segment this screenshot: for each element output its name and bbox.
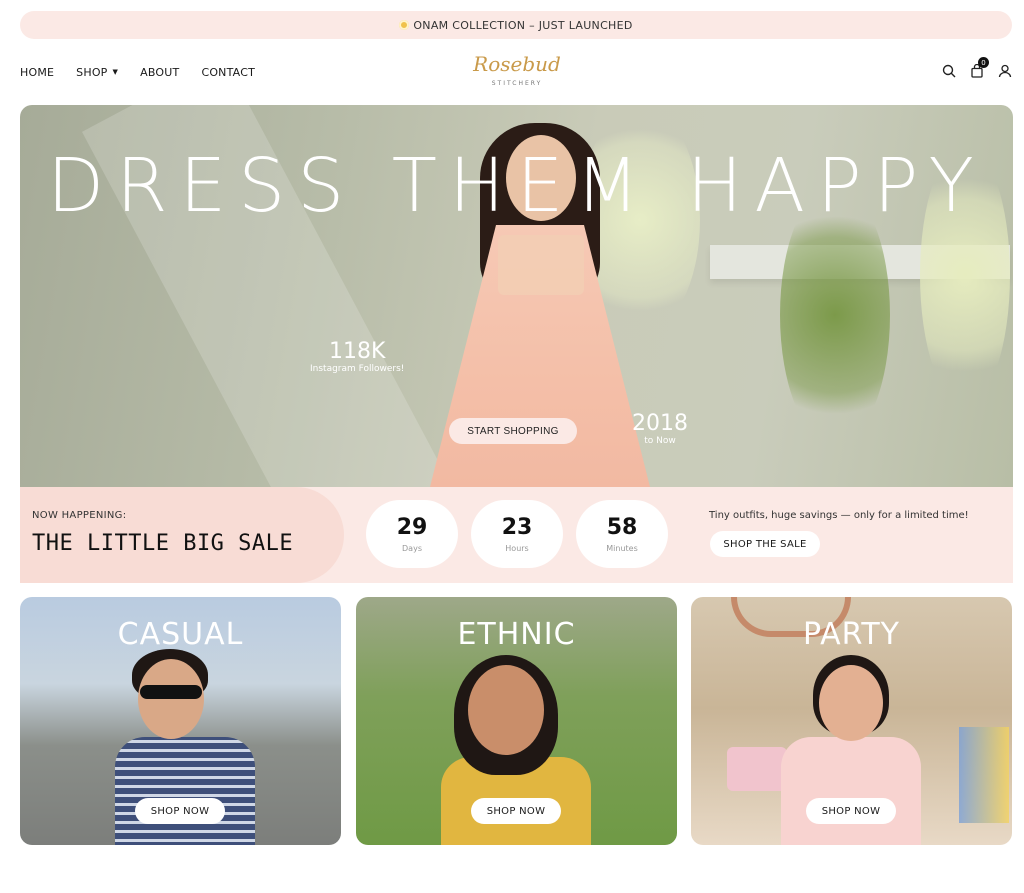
nav-about[interactable]: ABOUT <box>140 66 179 79</box>
hero-title: DRESS THEM HAPPY <box>47 143 986 229</box>
category-title-party: PARTY <box>802 617 900 652</box>
category-card-party[interactable]: PARTY SHOP NOW <box>691 597 1012 845</box>
user-icon[interactable] <box>998 63 1012 78</box>
stat-followers: 118K Instagram Followers! <box>310 339 404 374</box>
stat-since-label: to Now <box>644 436 676 446</box>
countdown-hours-unit: Hours <box>505 544 529 553</box>
party-model-dress <box>781 737 921 845</box>
category-title-casual: CASUAL <box>117 617 244 652</box>
main-nav: HOME SHOP ▼ ABOUT CONTACT <box>20 66 255 79</box>
casual-model-shirt <box>115 737 255 845</box>
hero-banner: DRESS THEM HAPPY 118K Instagram Follower… <box>20 105 1013 487</box>
party-model-face <box>819 665 883 741</box>
countdown-minutes: 58 Minutes <box>576 500 668 568</box>
stat-since: 2018 to Now <box>632 411 688 446</box>
logo-tagline: STITCHERY <box>491 80 543 87</box>
hero-model-embroidery <box>498 235 584 295</box>
category-card-casual[interactable]: CASUAL SHOP NOW <box>20 597 341 845</box>
party-cake <box>727 747 787 791</box>
ethnic-model-face <box>468 665 544 755</box>
nav-shop-label: SHOP <box>76 66 108 79</box>
shop-the-sale-button[interactable]: SHOP THE SALE <box>710 531 820 557</box>
countdown-hours: 23 Hours <box>471 500 563 568</box>
category-card-ethnic[interactable]: ETHNIC SHOP NOW <box>356 597 677 845</box>
bag-icon[interactable]: 0 <box>970 57 989 78</box>
countdown-minutes-value: 58 <box>606 515 638 540</box>
casual-model-face <box>138 659 204 739</box>
countdown-hours-value: 23 <box>501 515 533 540</box>
stat-since-value: 2018 <box>632 411 688 436</box>
shop-now-ethnic-button[interactable]: SHOP NOW <box>471 798 561 824</box>
header-icons: 0 <box>942 57 1012 78</box>
sale-kicker: NOW HAPPENING: <box>32 510 127 521</box>
announcement-bar: ONAM COLLECTION – JUST LAUNCHED <box>20 11 1012 39</box>
search-icon[interactable] <box>942 63 956 78</box>
flower-icon <box>399 20 410 30</box>
nav-contact[interactable]: CONTACT <box>201 66 255 79</box>
cart-count-badge: 0 <box>978 57 989 68</box>
logo[interactable]: Rosebud STITCHERY <box>472 52 562 96</box>
countdown-days-unit: Days <box>402 544 422 553</box>
countdown-minutes-unit: Minutes <box>606 544 638 553</box>
shop-now-casual-button[interactable]: SHOP NOW <box>135 798 225 824</box>
shop-now-party-button[interactable]: SHOP NOW <box>806 798 896 824</box>
announcement-text: ONAM COLLECTION – JUST LAUNCHED <box>413 18 633 32</box>
sunglasses-icon <box>140 685 202 699</box>
caret-down-icon: ▼ <box>112 68 119 76</box>
countdown-days: 29 Days <box>366 500 458 568</box>
stat-followers-label: Instagram Followers! <box>310 364 405 374</box>
logo-wordmark: Rosebud <box>473 52 561 76</box>
sale-message: Tiny outfits, huge savings — only for a … <box>709 510 969 521</box>
stat-followers-value: 118K <box>329 339 386 364</box>
countdown-days-value: 29 <box>396 515 428 540</box>
sale-title: THE LITTLE BIG SALE <box>32 531 294 556</box>
nav-home[interactable]: HOME <box>20 66 54 79</box>
category-title-ethnic: ETHNIC <box>457 617 576 652</box>
nav-shop[interactable]: SHOP ▼ <box>76 66 118 79</box>
party-letter-blocks <box>959 727 1009 823</box>
start-shopping-button[interactable]: START SHOPPING <box>449 418 577 444</box>
sale-strip: NOW HAPPENING: THE LITTLE BIG SALE 29 Da… <box>20 487 1013 583</box>
